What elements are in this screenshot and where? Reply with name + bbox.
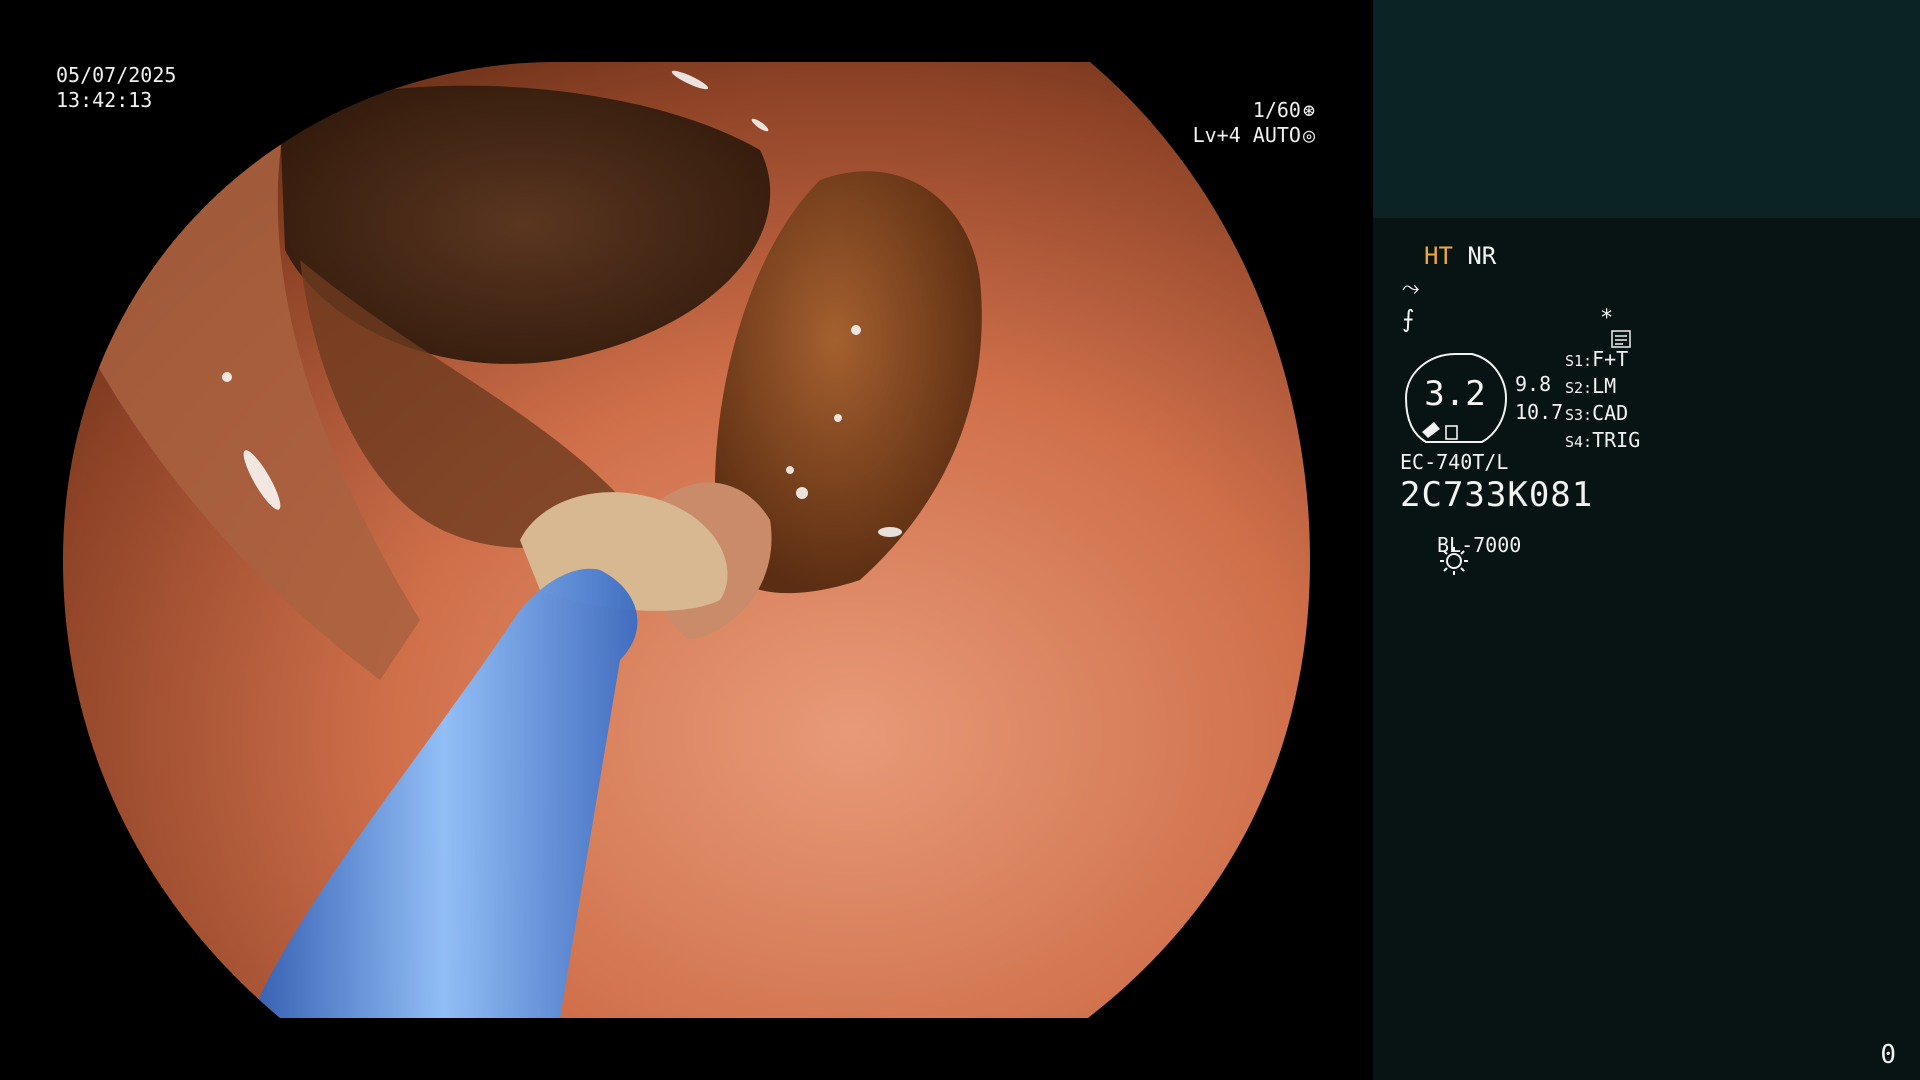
scale-top: 9.8	[1515, 372, 1552, 396]
thumbnail-area	[1373, 0, 1920, 218]
zoom-scale: 9.8 10.7	[1515, 370, 1563, 426]
enhancement-icon: ⤳	[1402, 276, 1420, 301]
mode-ht-label: HT	[1424, 242, 1453, 270]
scene-item: S1:F+T	[1565, 347, 1629, 371]
shutter-text: 1/60	[1252, 98, 1301, 122]
date-text: 05/07/2025	[56, 63, 177, 87]
scale-bottom: 10.7	[1515, 400, 1564, 424]
scene-item: S3:CAD	[1565, 401, 1629, 425]
light-source-model: BL-7000	[1437, 533, 1522, 557]
function-icon: ⨍	[1402, 305, 1415, 333]
mode-nr-label: NR	[1467, 242, 1497, 270]
endoscope-view: 05/07/2025 13:42:13 1/60 ⊛ Lv+4 AUTO ◎	[0, 0, 1373, 1080]
scope-serial: 2C733K081	[1400, 475, 1594, 515]
image-counter: 0	[1880, 1040, 1896, 1070]
info-panel: HT NR ⤳ ⨍ * 3.2 9.8 10.7 S1:F+T S2:LM S3:C…	[1373, 0, 1920, 1080]
level-text: Lv+4 AUTO	[1192, 123, 1301, 147]
iris-icon: ◎	[1302, 123, 1315, 147]
datetime-readout: 05/07/2025 13:42:13	[56, 63, 176, 113]
scope-model: EC-740T/L	[1400, 450, 1509, 474]
scene-item: S2:LM	[1565, 374, 1617, 398]
zoom-indicator: 3.2	[1400, 352, 1508, 443]
scene-item: S4:TRIG	[1565, 428, 1641, 452]
exposure-readout: 1/60 ⊛ Lv+4 AUTO ◎	[1193, 98, 1315, 148]
scene-list: S1:F+T S2:LM S3:CAD S4:TRIG	[1565, 347, 1640, 455]
zoom-value: 3.2	[1424, 374, 1486, 414]
time-text: 13:42:13	[56, 88, 153, 112]
star-icon: *	[1600, 306, 1614, 331]
image-mode-row: HT NR	[1424, 242, 1496, 270]
endoscopic-image	[63, 61, 1310, 1019]
aperture-icon: ⊛	[1302, 98, 1315, 122]
